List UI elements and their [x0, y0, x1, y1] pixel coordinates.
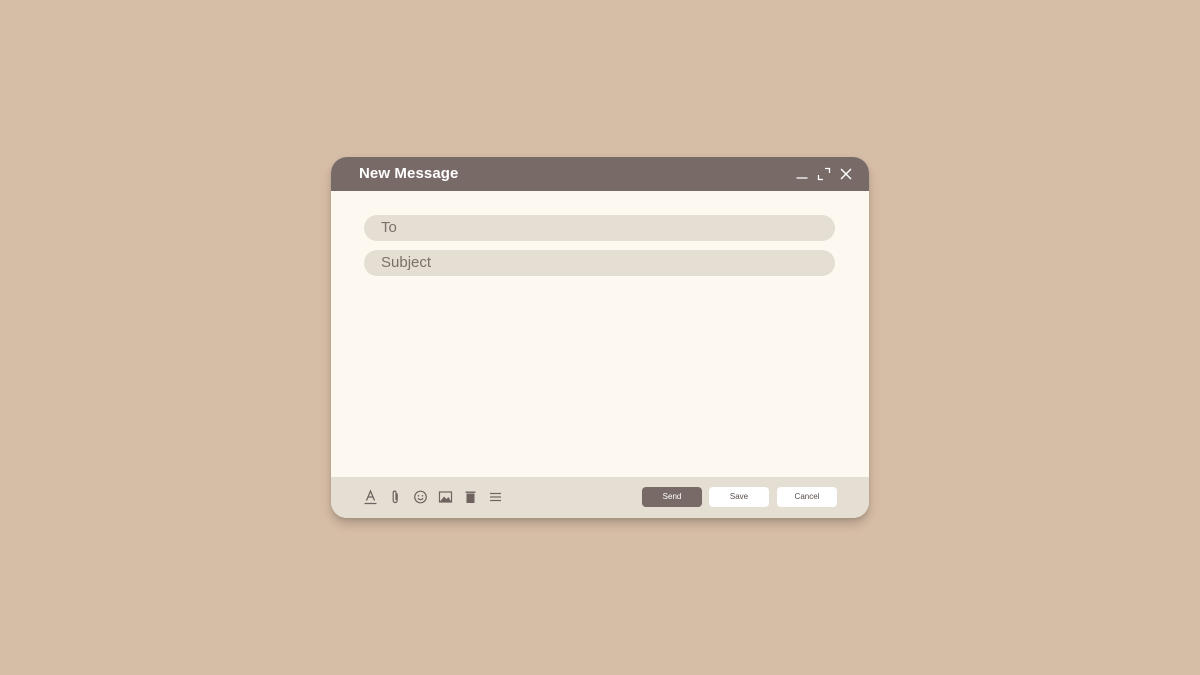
message-body[interactable]	[364, 285, 835, 465]
to-field[interactable]	[364, 215, 835, 241]
window-controls	[795, 167, 853, 181]
window-title: New Message	[359, 165, 459, 182]
send-button[interactable]: Send	[642, 487, 702, 507]
minimize-icon[interactable]	[795, 167, 809, 181]
close-icon[interactable]	[839, 167, 853, 181]
emoji-icon[interactable]	[413, 489, 428, 505]
subject-field[interactable]	[364, 250, 835, 276]
compose-window: New Message To Subject Send Save Cancel	[331, 157, 869, 518]
subject-input[interactable]	[381, 254, 821, 271]
formatting-toolbar	[363, 489, 503, 505]
title-bar[interactable]: New Message	[331, 157, 869, 191]
compose-fields	[364, 215, 835, 285]
image-icon[interactable]	[438, 489, 453, 505]
text-format-icon[interactable]	[363, 489, 378, 505]
to-input[interactable]	[381, 219, 821, 236]
maximize-icon[interactable]	[817, 167, 831, 181]
compose-footer: Send Save Cancel	[331, 477, 869, 518]
trash-icon[interactable]	[463, 489, 478, 505]
cancel-button[interactable]: Cancel	[777, 487, 837, 507]
paperclip-icon[interactable]	[388, 489, 403, 505]
save-button[interactable]: Save	[709, 487, 769, 507]
menu-icon[interactable]	[488, 489, 503, 505]
